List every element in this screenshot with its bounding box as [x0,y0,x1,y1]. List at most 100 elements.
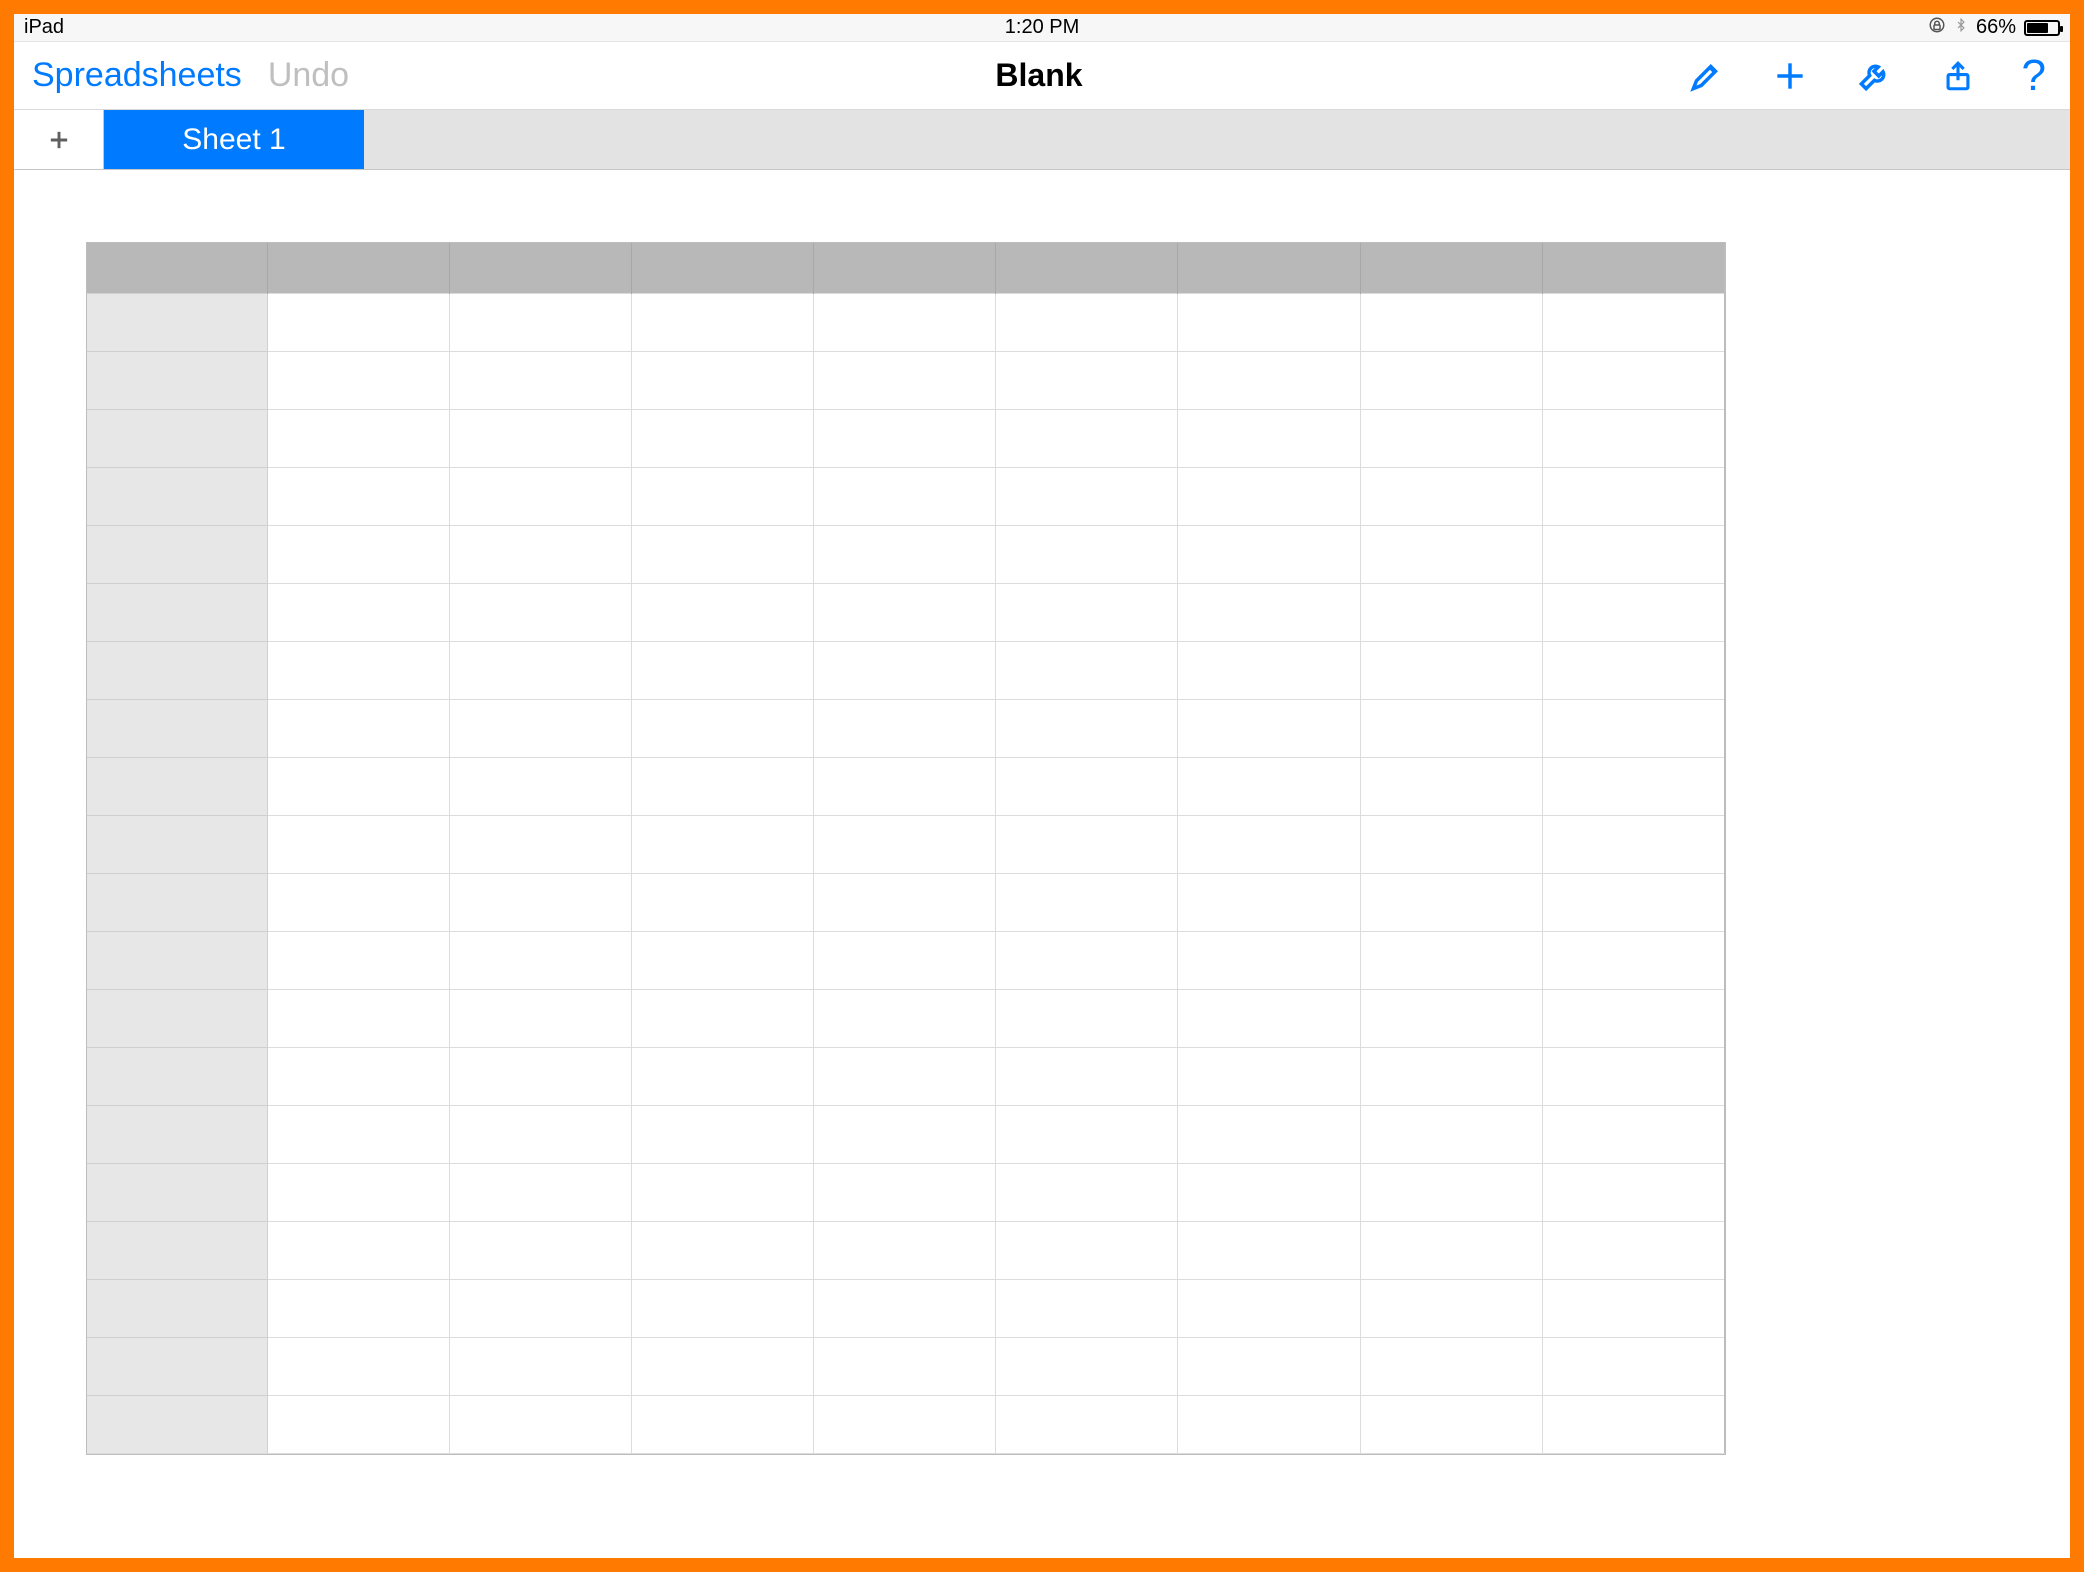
cell[interactable] [814,1221,996,1279]
column-header[interactable] [87,243,267,293]
cell[interactable] [449,293,631,351]
column-header[interactable] [631,243,813,293]
cell[interactable] [996,1163,1178,1221]
cell[interactable] [1178,467,1360,525]
cell[interactable] [267,1395,449,1453]
cell[interactable] [1542,757,1724,815]
cell[interactable] [996,641,1178,699]
cell[interactable] [814,1105,996,1163]
add-sheet-button[interactable] [14,110,104,169]
column-header[interactable] [996,243,1178,293]
row-header[interactable] [87,815,267,873]
cell[interactable] [631,1337,813,1395]
cell[interactable] [814,699,996,757]
cell[interactable] [996,757,1178,815]
row-header[interactable] [87,989,267,1047]
cell[interactable] [1360,583,1542,641]
column-header[interactable] [449,243,631,293]
row-header[interactable] [87,1105,267,1163]
spreadsheet-table[interactable] [86,242,1726,1455]
cell[interactable] [1178,525,1360,583]
cell[interactable] [631,989,813,1047]
cell[interactable] [1542,467,1724,525]
cell[interactable] [631,525,813,583]
cell[interactable] [267,699,449,757]
cell[interactable] [449,1221,631,1279]
cell[interactable] [1178,1221,1360,1279]
cell[interactable] [267,293,449,351]
row-header[interactable] [87,931,267,989]
cell[interactable] [1360,1105,1542,1163]
cell[interactable] [449,1163,631,1221]
cell[interactable] [1178,583,1360,641]
cell[interactable] [996,583,1178,641]
cell[interactable] [814,1395,996,1453]
cell[interactable] [1360,467,1542,525]
cell[interactable] [1542,873,1724,931]
cell[interactable] [1542,409,1724,467]
cell[interactable] [1542,293,1724,351]
cell[interactable] [267,467,449,525]
row-header[interactable] [87,293,267,351]
cell[interactable] [1178,351,1360,409]
cell[interactable] [631,351,813,409]
format-brush-icon[interactable] [1686,56,1726,96]
cell[interactable] [267,351,449,409]
cell[interactable] [267,1163,449,1221]
sheet-tab-active[interactable]: Sheet 1 [104,110,364,169]
cell[interactable] [267,873,449,931]
cell[interactable] [814,989,996,1047]
cell[interactable] [1542,699,1724,757]
cell[interactable] [267,1337,449,1395]
cell[interactable] [631,467,813,525]
cell[interactable] [1360,525,1542,583]
cell[interactable] [449,583,631,641]
cell[interactable] [631,1395,813,1453]
share-icon[interactable] [1938,56,1978,96]
cell[interactable] [631,583,813,641]
cell[interactable] [1360,873,1542,931]
cell[interactable] [1178,1395,1360,1453]
cell[interactable] [1542,931,1724,989]
cell[interactable] [1360,989,1542,1047]
cell[interactable] [1542,351,1724,409]
add-icon[interactable] [1770,56,1810,96]
cell[interactable] [449,815,631,873]
row-header[interactable] [87,1047,267,1105]
cell[interactable] [267,757,449,815]
cell[interactable] [1542,1395,1724,1453]
cell[interactable] [996,1395,1178,1453]
cell[interactable] [814,873,996,931]
cell[interactable] [1360,1047,1542,1105]
cell[interactable] [1178,989,1360,1047]
cell[interactable] [631,815,813,873]
cell[interactable] [1178,1337,1360,1395]
document-title[interactable]: Blank [995,57,1082,93]
cell[interactable] [814,409,996,467]
row-header[interactable] [87,1395,267,1453]
cell[interactable] [814,351,996,409]
cell[interactable] [1360,1163,1542,1221]
cell[interactable] [996,1279,1178,1337]
cell[interactable] [267,641,449,699]
cell[interactable] [996,873,1178,931]
cell[interactable] [1178,1047,1360,1105]
cell[interactable] [996,1221,1178,1279]
cell[interactable] [1360,351,1542,409]
cell[interactable] [1542,1221,1724,1279]
cell[interactable] [996,467,1178,525]
cell[interactable] [814,293,996,351]
cell[interactable] [631,1163,813,1221]
cell[interactable] [631,873,813,931]
cell[interactable] [1178,409,1360,467]
row-header[interactable] [87,409,267,467]
cell[interactable] [996,351,1178,409]
cell[interactable] [449,1047,631,1105]
cell[interactable] [267,525,449,583]
cell[interactable] [1178,1163,1360,1221]
cell[interactable] [267,815,449,873]
column-header[interactable] [814,243,996,293]
cell[interactable] [1360,1221,1542,1279]
cell[interactable] [996,699,1178,757]
row-header[interactable] [87,699,267,757]
